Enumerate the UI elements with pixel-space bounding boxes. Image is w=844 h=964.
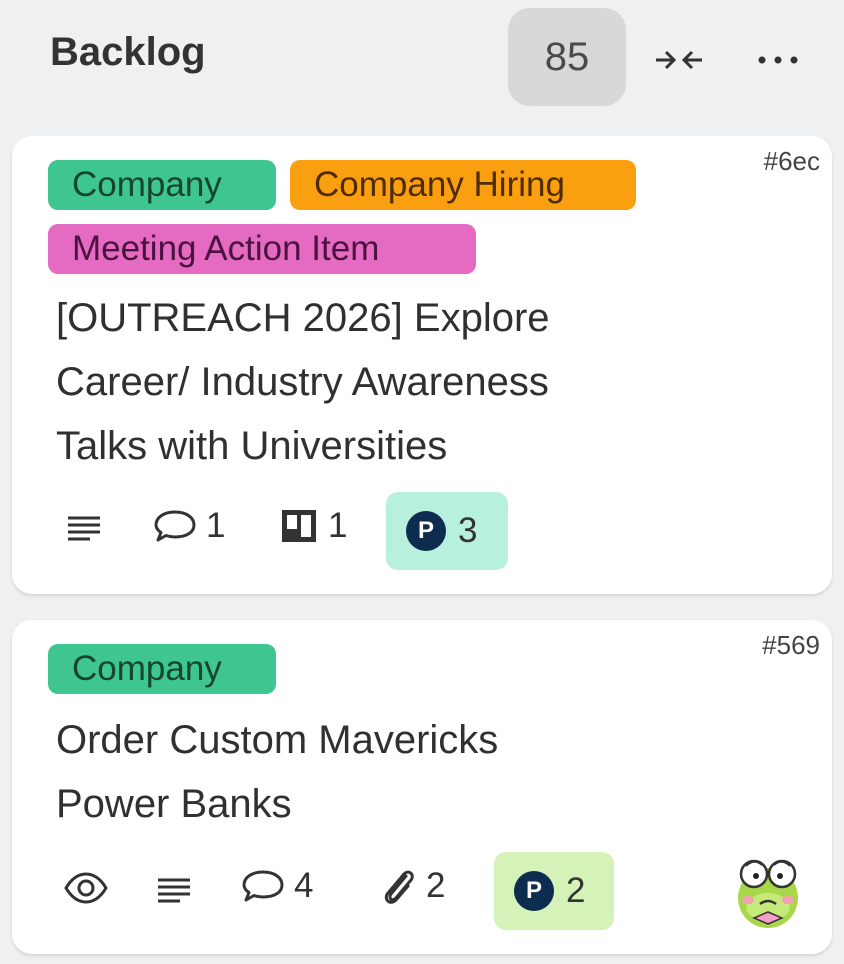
- column-title: Backlog: [50, 30, 206, 74]
- comment-icon: [154, 510, 196, 542]
- story-points-chip: P 3: [386, 492, 508, 570]
- column-header: Backlog 85: [0, 0, 844, 118]
- card-id: #6ec: [763, 146, 820, 176]
- tag-company: Company: [48, 644, 276, 694]
- attachment-count: 2: [426, 866, 446, 905]
- frog-avatar[interactable]: [728, 852, 808, 932]
- card-title-line: Power Banks: [56, 782, 292, 826]
- description-icon: [68, 516, 100, 541]
- description-indicator: [64, 498, 104, 558]
- paperclip-icon: [384, 870, 414, 904]
- eye-icon: [64, 872, 108, 904]
- story-points-value: 3: [458, 511, 478, 550]
- card-title-line: Talks with Universities: [56, 424, 448, 468]
- tag-meeting-action-item: Meeting Action Item: [48, 224, 476, 274]
- story-points-chip: P 2: [494, 852, 614, 930]
- card-title-line: Career/ Industry Awareness: [56, 360, 549, 404]
- points-coin-icon: P: [406, 511, 446, 551]
- comment-count: 1: [206, 506, 226, 545]
- card-title-line: Order Custom Mavericks: [56, 718, 499, 762]
- description-icon: [158, 878, 190, 903]
- kanban-column-backlog: Backlog 85 #6ec Company Company Hiring M…: [0, 0, 844, 964]
- watch-indicator: [62, 858, 110, 918]
- checklist-indicator: 1: [278, 496, 347, 556]
- comments-indicator: 1: [152, 496, 225, 556]
- task-card[interactable]: #569 Company Order Custom Mavericks Powe…: [12, 620, 832, 954]
- card-id: #569: [762, 630, 820, 660]
- checklist-count: 1: [328, 506, 348, 545]
- card-title-line: [OUTREACH 2026] Explore: [56, 296, 550, 340]
- comment-icon: [242, 870, 284, 902]
- attachments-indicator: 2: [378, 856, 445, 916]
- tag-company: Company: [48, 160, 276, 210]
- story-points-value: 2: [566, 871, 586, 910]
- points-coin-icon: P: [514, 871, 554, 911]
- comments-indicator: 4: [240, 856, 313, 916]
- tag-company-hiring: Company Hiring: [290, 160, 636, 210]
- comment-count: 4: [294, 866, 314, 905]
- collapse-icon[interactable]: [652, 40, 706, 80]
- task-card[interactable]: #6ec Company Company Hiring Meeting Acti…: [12, 136, 832, 594]
- card-title: Order Custom Mavericks Power Banks: [56, 708, 796, 836]
- card-count-badge: 85: [508, 8, 626, 106]
- description-indicator: [154, 860, 194, 920]
- more-icon[interactable]: [752, 40, 804, 80]
- card-title: [OUTREACH 2026] Explore Career/ Industry…: [56, 286, 796, 478]
- checklist-icon: [282, 510, 316, 542]
